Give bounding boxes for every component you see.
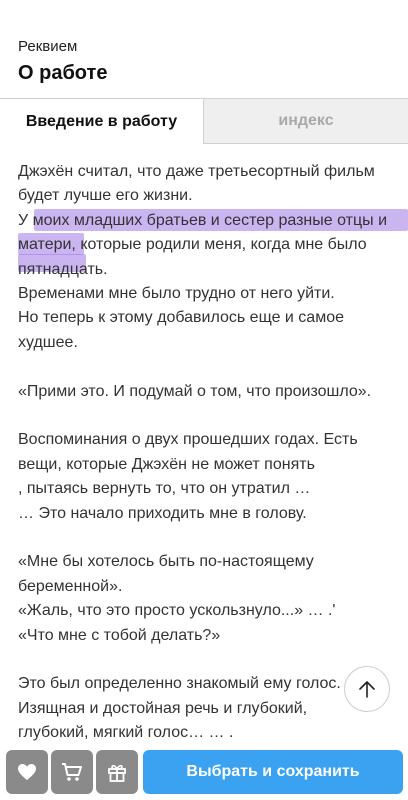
- text-line: вещи, которые Джэхён не может понять: [18, 455, 315, 473]
- text-line: , пытаясь вернуть то, что он утратил …: [18, 480, 311, 498]
- header: Реквием О работе: [0, 0, 408, 98]
- text-line: худшее.: [18, 333, 78, 351]
- text-line: «Что мне с тобой делать?»: [18, 626, 221, 644]
- text-line: «Жаль, что это просто ускользнуло...» … …: [18, 602, 336, 620]
- text-line: беременной».: [18, 577, 123, 595]
- text-line: Временами мне было трудно от него уйти.: [18, 285, 335, 303]
- bottom-action-bar: Выбрать и сохранить: [0, 744, 408, 800]
- tab-bar: Введение в работу индекс: [0, 98, 408, 144]
- favorite-button[interactable]: [6, 750, 48, 794]
- text-line: будет лучше его жизни.: [18, 187, 193, 205]
- page-title: О работе: [18, 62, 108, 84]
- arrow-up-icon: [359, 681, 375, 698]
- tab-index[interactable]: индекс: [204, 98, 408, 144]
- gift-icon: [108, 764, 126, 782]
- cart-button[interactable]: [51, 750, 93, 794]
- scroll-top-button[interactable]: [344, 666, 390, 712]
- cart-icon: [62, 763, 82, 781]
- text-line: «Мне бы хотелось быть по-настоящему: [18, 553, 314, 571]
- tab-introduction[interactable]: Введение в работу: [0, 98, 204, 144]
- text-line: … Это начало приходить мне в голову.: [18, 504, 307, 522]
- text-line: Изящная и достойная речь и глубокий,: [18, 699, 308, 717]
- text-line: матери, которые родили меня, когда мне б…: [18, 236, 367, 254]
- text-line: пятнадцать.: [18, 260, 108, 278]
- text-line: глубокий, мягкий голос… … .: [18, 724, 234, 742]
- text-line: Но теперь к этому добавилось еще и самое: [18, 309, 344, 327]
- text-line: У моих младших братьев и сестер разные о…: [18, 211, 388, 229]
- heart-icon: [18, 764, 36, 780]
- text-line: Это был определенно знакомый ему голос.: [18, 675, 341, 693]
- text-content: Джэхён считал, что даже третьесортный фи…: [18, 160, 408, 746]
- book-subtitle: Реквием: [18, 38, 78, 55]
- select-and-save-button[interactable]: Выбрать и сохранить: [143, 750, 403, 794]
- text-line: «Прими это. И подумай о том, что произош…: [18, 382, 372, 400]
- text-line: Джэхён считал, что даже третьесортный фи…: [18, 163, 375, 180]
- gift-button[interactable]: [96, 750, 138, 794]
- text-line: Воспоминания о двух прошедших годах. Ест…: [18, 431, 358, 449]
